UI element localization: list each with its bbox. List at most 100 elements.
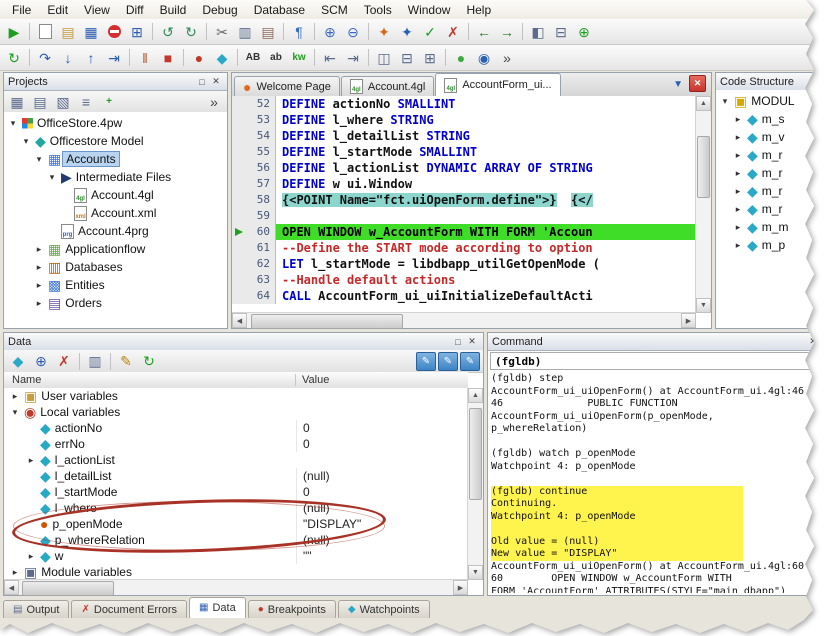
- bottom-tab-breakpoints[interactable]: ●Breakpoints: [248, 600, 336, 618]
- menu-database[interactable]: Database: [246, 2, 313, 18]
- keyword-icon[interactable]: kw: [288, 47, 310, 68]
- bottom-tab-watchpoints[interactable]: ◆Watchpoints: [338, 600, 430, 618]
- tree-item-officestore-4pw[interactable]: ▾OfficeStore.4pw: [4, 114, 227, 132]
- scrollbar-thumb[interactable]: [22, 581, 114, 596]
- restart-icon[interactable]: ↻: [3, 47, 25, 68]
- data-row-user-variables[interactable]: ▸▣User variables: [4, 388, 468, 404]
- zoom-in-icon[interactable]: ⊕: [319, 21, 341, 42]
- tab-filter-icon[interactable]: ▼: [673, 79, 683, 90]
- scroll-left-icon[interactable]: ◀: [4, 580, 19, 595]
- tree-item-databases[interactable]: ▸▥Databases: [4, 258, 227, 276]
- edit-watch-icon[interactable]: ✎: [438, 352, 458, 371]
- expander-closed-icon[interactable]: ▸: [10, 388, 20, 404]
- scroll-down-icon[interactable]: ▼: [696, 298, 711, 313]
- split-horizontal-icon[interactable]: ◫: [373, 47, 395, 68]
- scroll-up-icon[interactable]: ▲: [696, 96, 711, 111]
- run-icon[interactable]: ▶: [3, 21, 25, 42]
- scroll-right-icon[interactable]: ▶: [681, 313, 696, 328]
- scroll-down-icon[interactable]: ▼: [468, 565, 483, 580]
- add-view-icon[interactable]: ⊕: [573, 21, 595, 42]
- expander-closed-icon[interactable]: ▸: [34, 262, 44, 273]
- code-line-55[interactable]: 55DEFINE l_startMode SMALLINT: [232, 144, 696, 160]
- list-view-icon[interactable]: ▤: [29, 91, 51, 112]
- tree-item-account-xml[interactable]: xmlAccount.xml: [4, 204, 227, 222]
- tree-item-orders[interactable]: ▸▤Orders: [4, 294, 227, 312]
- maximize-icon[interactable]: ⊞: [419, 47, 441, 68]
- undo-icon[interactable]: ↺: [157, 21, 179, 42]
- data-row-local-variables[interactable]: ▾◉Local variables: [4, 404, 468, 420]
- save-all-icon[interactable]: ⊞: [126, 21, 148, 42]
- float-panel-icon[interactable]: □: [195, 75, 209, 88]
- code-line-58[interactable]: 58{<POINT Name="fct.uiOpenForm.define">}…: [232, 192, 696, 208]
- scrollbar-thumb[interactable]: [697, 136, 710, 198]
- data-row-l-detaillist[interactable]: ◆l_detailList(null): [4, 468, 468, 484]
- bottom-tab-output[interactable]: ▤Output: [3, 600, 69, 618]
- step-into-icon[interactable]: ↓: [57, 47, 79, 68]
- new-file-icon[interactable]: [34, 21, 56, 42]
- menu-window[interactable]: Window: [400, 2, 459, 18]
- stop-debug-icon[interactable]: ■: [157, 47, 179, 68]
- close-tab-icon[interactable]: ✕: [689, 75, 706, 92]
- more-icon[interactable]: »: [496, 47, 518, 68]
- scroll-up-icon[interactable]: ▲: [468, 388, 483, 403]
- menu-view[interactable]: View: [76, 2, 118, 18]
- back-icon[interactable]: ←: [473, 21, 495, 42]
- menu-build[interactable]: Build: [152, 2, 195, 18]
- code-line-56[interactable]: 56DEFINE l_actionList DYNAMIC ARRAY OF S…: [232, 160, 696, 176]
- column-name[interactable]: Name: [4, 374, 296, 386]
- expander-closed-icon[interactable]: ▸: [733, 114, 743, 125]
- info-icon[interactable]: ◉: [473, 47, 495, 68]
- cancel-icon[interactable]: ✗: [442, 21, 464, 42]
- editor-vertical-scrollbar[interactable]: ▲ ▼: [695, 96, 711, 313]
- breakpoint-icon[interactable]: ●: [188, 47, 210, 68]
- lowercase-icon[interactable]: ab: [265, 47, 287, 68]
- cut-icon[interactable]: ✂: [211, 21, 233, 42]
- code-line-59[interactable]: 59: [232, 208, 696, 224]
- tree-item-m-r[interactable]: ▸◆m_r: [716, 146, 824, 164]
- menu-debug[interactable]: Debug: [194, 2, 245, 18]
- expander-closed-icon[interactable]: ▸: [26, 452, 36, 468]
- tree-item-m-m[interactable]: ▸◆m_m: [716, 218, 824, 236]
- check-icon[interactable]: ✓: [419, 21, 441, 42]
- bottom-tab-document-errors[interactable]: ✗Document Errors: [71, 600, 187, 618]
- tree-item-entities[interactable]: ▸▩Entities: [4, 276, 227, 294]
- tree-item-accounts[interactable]: ▾▦Accounts: [4, 150, 227, 168]
- data-row-actionno[interactable]: ◆actionNo0: [4, 420, 468, 436]
- menu-help[interactable]: Help: [458, 2, 499, 18]
- tree-item-m-s[interactable]: ▸◆m_s: [716, 110, 824, 128]
- code-line-60[interactable]: 60OPEN WINDOW w_AccountForm WITH FORM 'A…: [232, 224, 696, 240]
- edit-value-icon[interactable]: ✎: [115, 351, 137, 372]
- data-row-p-openmode[interactable]: ●p_openMode"DISPLAY": [4, 516, 468, 532]
- pilcrow-icon[interactable]: ¶: [288, 21, 310, 42]
- data-horizontal-scrollbar[interactable]: ◀ ▶: [4, 579, 468, 595]
- overflow-chevron-icon[interactable]: »: [203, 91, 225, 112]
- debugger-prompt[interactable]: (fgldb): [490, 352, 822, 370]
- expander-closed-icon[interactable]: ▸: [26, 548, 36, 564]
- expander-closed-icon[interactable]: ▸: [34, 244, 44, 255]
- window-layout-icon[interactable]: ⊟: [550, 21, 572, 42]
- expander-closed-icon[interactable]: ▸: [733, 240, 743, 251]
- paste-icon[interactable]: ▤: [257, 21, 279, 42]
- tree-item-intermediate-files[interactable]: ▾▶Intermediate Files: [4, 168, 227, 186]
- menu-tools[interactable]: Tools: [356, 2, 400, 18]
- scroll-left-icon[interactable]: ◀: [232, 313, 247, 328]
- bottom-tab-data[interactable]: ▦Data: [189, 597, 246, 618]
- edit-watch-icon[interactable]: ✎: [416, 352, 436, 371]
- expander-open-icon[interactable]: ▾: [10, 404, 20, 420]
- code-line-61[interactable]: 61--Define the START mode according to o…: [232, 240, 696, 256]
- step-over-icon[interactable]: ↷: [34, 47, 56, 68]
- expander-closed-icon[interactable]: ▸: [34, 298, 44, 309]
- expander-closed-icon[interactable]: ▸: [733, 186, 743, 197]
- code-line-54[interactable]: 54DEFINE l_detailList STRING: [232, 128, 696, 144]
- expander-open-icon[interactable]: ▾: [47, 172, 57, 183]
- data-row-l-actionlist[interactable]: ▸◆l_actionList: [4, 452, 468, 468]
- tree-item-m-p[interactable]: ▸◆m_p: [716, 236, 824, 254]
- edit-watch-icon[interactable]: ✎: [460, 352, 480, 371]
- code-line-62[interactable]: 62LET l_startMode = libdbapp_utilGetOpen…: [232, 256, 696, 272]
- watchpoint-icon[interactable]: ◆: [211, 47, 233, 68]
- save-icon[interactable]: ▦: [80, 21, 102, 42]
- code-line-57[interactable]: 57DEFINE w ui.Window: [232, 176, 696, 192]
- window-split-icon[interactable]: ◧: [527, 21, 549, 42]
- add-watch-icon[interactable]: ◆: [7, 351, 29, 372]
- data-row-l-where[interactable]: ◆l_where(null): [4, 500, 468, 516]
